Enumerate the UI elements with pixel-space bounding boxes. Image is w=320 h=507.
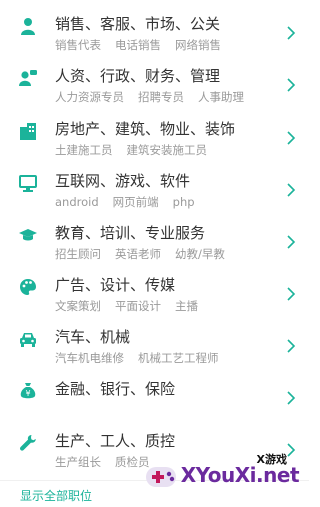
category-education[interactable]: 教育、培训、专业服务 招生顾问 英语老师 幼教/早教 bbox=[0, 223, 309, 275]
sub-job-link[interactable]: 汽车机电维修 bbox=[55, 351, 124, 365]
category-title: 人资、行政、财务、管理 bbox=[55, 67, 221, 85]
sub-job-link[interactable]: 建筑安装施工员 bbox=[127, 143, 208, 157]
sub-job-link[interactable]: 生产组长 bbox=[55, 455, 101, 469]
sub-job-link[interactable]: 人力资源专员 bbox=[55, 90, 124, 104]
graduation-cap-icon bbox=[19, 226, 37, 244]
category-subs: 汽车机电维修 机械工艺工程师 bbox=[55, 350, 233, 366]
category-subs: 文案策划 平面设计 主播 bbox=[55, 298, 212, 314]
sub-job-link[interactable]: 幼教/早教 bbox=[175, 247, 225, 261]
chevron-right-icon bbox=[286, 287, 296, 301]
show-all-jobs-link[interactable]: 显示全部职位 bbox=[20, 488, 92, 504]
category-advertising[interactable]: 广告、设计、传媒 文案策划 平面设计 主播 bbox=[0, 275, 309, 327]
category-subs: android 网页前端 php bbox=[55, 194, 209, 210]
sub-job-link[interactable]: 人事助理 bbox=[198, 90, 244, 104]
sub-job-link[interactable]: 招生顾问 bbox=[55, 247, 101, 261]
sub-job-link[interactable]: 英语老师 bbox=[115, 247, 161, 261]
sub-job-link[interactable]: 土建施工员 bbox=[55, 143, 113, 157]
chevron-right-icon bbox=[286, 26, 296, 40]
gamepad-logo-icon bbox=[143, 459, 179, 495]
wrench-icon bbox=[19, 434, 37, 452]
category-internet[interactable]: 互联网、游戏、软件 android 网页前端 php bbox=[0, 171, 309, 223]
category-title: 房地产、建筑、物业、装饰 bbox=[55, 120, 236, 138]
category-real-estate[interactable]: 房地产、建筑、物业、装饰 土建施工员 建筑安装施工员 bbox=[0, 119, 309, 171]
category-title: 互联网、游戏、软件 bbox=[55, 172, 191, 190]
category-subs: 土建施工员 建筑安装施工员 bbox=[55, 142, 221, 158]
chevron-right-icon bbox=[286, 235, 296, 249]
sub-job-link[interactable]: 文案策划 bbox=[55, 299, 101, 313]
sub-job-link[interactable]: 网络销售 bbox=[175, 38, 221, 52]
category-subs: 招生顾问 英语老师 幼教/早教 bbox=[55, 246, 239, 262]
chevron-right-icon bbox=[286, 183, 296, 197]
sub-job-link[interactable]: 主播 bbox=[175, 299, 198, 313]
category-title: 教育、培训、专业服务 bbox=[55, 224, 206, 242]
car-icon bbox=[19, 330, 37, 348]
sub-job-link[interactable]: php bbox=[173, 195, 195, 209]
category-hr[interactable]: 人资、行政、财务、管理 人力资源专员 招聘专员 人事助理 bbox=[0, 66, 309, 118]
money-bag-icon: ¥ bbox=[19, 382, 37, 400]
watermark-text: XYouXi.net bbox=[180, 463, 300, 487]
sub-job-link[interactable]: 招聘专员 bbox=[138, 90, 184, 104]
category-title: 金融、银行、保险 bbox=[55, 380, 176, 398]
building-icon bbox=[19, 122, 37, 140]
sub-job-link[interactable]: 销售代表 bbox=[55, 38, 101, 52]
svg-text:¥: ¥ bbox=[25, 389, 30, 398]
palette-icon bbox=[19, 278, 37, 296]
sub-job-link[interactable]: 电话销售 bbox=[115, 38, 161, 52]
chevron-right-icon bbox=[286, 78, 296, 92]
sub-job-link[interactable]: 机械工艺工程师 bbox=[138, 351, 219, 365]
category-title: 销售、客服、市场、公关 bbox=[55, 15, 221, 33]
sub-job-link[interactable]: 平面设计 bbox=[115, 299, 161, 313]
category-title: 汽车、机械 bbox=[55, 328, 131, 346]
category-sales[interactable]: 销售、客服、市场、公关 销售代表 电话销售 网络销售 bbox=[0, 14, 309, 66]
person-chat-icon bbox=[19, 69, 37, 87]
chevron-right-icon bbox=[286, 391, 296, 405]
category-title: 生产、工人、质控 bbox=[55, 432, 176, 450]
category-finance[interactable]: ¥ 金融、银行、保险 bbox=[0, 379, 309, 431]
category-subs: 人力资源专员 招聘专员 人事助理 bbox=[55, 89, 258, 105]
monitor-icon bbox=[19, 174, 37, 192]
sub-job-link[interactable]: 网页前端 bbox=[113, 195, 159, 209]
sub-job-link[interactable]: android bbox=[55, 195, 99, 209]
category-auto[interactable]: 汽车、机械 汽车机电维修 机械工艺工程师 bbox=[0, 327, 309, 379]
category-title: 广告、设计、传媒 bbox=[55, 276, 176, 294]
watermark: X游戏 XYouXi.net bbox=[143, 451, 303, 501]
category-subs: 销售代表 电话销售 网络销售 bbox=[55, 37, 235, 53]
chevron-right-icon bbox=[286, 339, 296, 353]
chevron-right-icon bbox=[286, 131, 296, 145]
person-icon bbox=[19, 17, 37, 35]
